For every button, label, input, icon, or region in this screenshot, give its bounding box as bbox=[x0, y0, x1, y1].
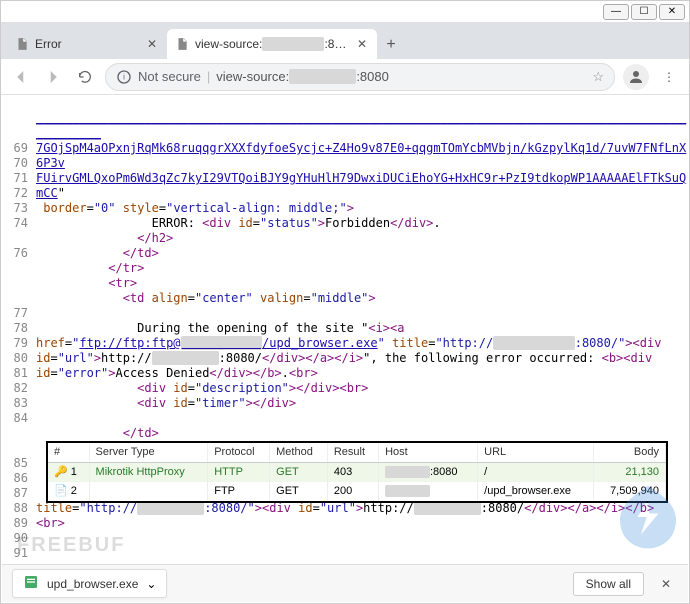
download-shelf: upd_browser.exe ⌄ Show all ✕ bbox=[2, 564, 688, 602]
network-table: #Server TypeProtocolMethodResultHostURLB… bbox=[46, 441, 668, 503]
line-gutter: 697071727374 76 7778798081828384 8586878889… bbox=[2, 96, 32, 563]
address-bar[interactable]: i Not secure | view-source:_________:808… bbox=[105, 63, 615, 91]
cell: 21,130 bbox=[594, 463, 666, 483]
line-number: 88 bbox=[2, 501, 28, 516]
new-tab-button[interactable]: + bbox=[377, 31, 405, 59]
line-number: 86 bbox=[2, 471, 28, 486]
download-filename: upd_browser.exe bbox=[47, 577, 138, 591]
bookmark-star-icon[interactable]: ☆ bbox=[592, 69, 604, 85]
line-number: 84 bbox=[2, 411, 28, 426]
line-number: 77 bbox=[2, 306, 28, 321]
line-number: 92 bbox=[2, 561, 28, 563]
cell: 403 bbox=[327, 463, 378, 483]
line-number: 74 bbox=[2, 216, 28, 231]
tab-title: view-source:_________:8080 bbox=[195, 37, 349, 51]
chevron-down-icon[interactable]: ⌄ bbox=[146, 577, 156, 591]
svg-text:i: i bbox=[123, 72, 125, 81]
cell: Mikrotik HttpProxy bbox=[89, 463, 208, 483]
data-uri-link[interactable]: 7GOjSpM4aOPxnjRqMk68ruqqgrXXXfdyfoeSycjc… bbox=[36, 141, 686, 170]
ftp-link[interactable]: ftp://ftp:ftp@___________/upd_browser.ex… bbox=[79, 336, 377, 350]
close-shelf-button[interactable]: ✕ bbox=[654, 572, 678, 596]
url-text: view-source:_________:8080 bbox=[216, 69, 586, 84]
column-header[interactable]: Server Type bbox=[89, 443, 208, 463]
download-item[interactable]: upd_browser.exe ⌄ bbox=[12, 569, 167, 598]
table-row[interactable]: 📄 2FTPGET200_______/upd_browser.exe7,509… bbox=[48, 482, 666, 501]
column-header[interactable]: Method bbox=[270, 443, 328, 463]
line-number: 79 bbox=[2, 336, 28, 351]
line-number bbox=[2, 126, 28, 141]
back-button[interactable] bbox=[9, 65, 33, 89]
cell: FTP bbox=[208, 482, 270, 501]
watermark-text: FREEBUF bbox=[17, 534, 125, 557]
line-number bbox=[2, 96, 28, 111]
column-header[interactable]: # bbox=[48, 443, 89, 463]
cell: 📄 2 bbox=[48, 482, 89, 501]
line-number: 71 bbox=[2, 171, 28, 186]
line-number: 72 bbox=[2, 186, 28, 201]
cell bbox=[89, 482, 208, 501]
cell: GET bbox=[270, 463, 328, 483]
cell: / bbox=[478, 463, 594, 483]
page-icon bbox=[15, 37, 29, 51]
line-number bbox=[2, 231, 28, 246]
close-icon[interactable]: ✕ bbox=[355, 37, 369, 51]
line-number: 78 bbox=[2, 321, 28, 336]
line-number: 87 bbox=[2, 486, 28, 501]
column-header[interactable]: Host bbox=[379, 443, 478, 463]
line-number bbox=[2, 276, 28, 291]
column-header[interactable]: Protocol bbox=[208, 443, 270, 463]
browser-toolbar: i Not secure | view-source:_________:808… bbox=[1, 59, 689, 95]
menu-button[interactable]: ⋮ bbox=[657, 65, 681, 89]
window-titlebar: — ☐ ✕ bbox=[1, 1, 689, 23]
reload-button[interactable] bbox=[73, 65, 97, 89]
line-number: 69 bbox=[2, 141, 28, 156]
window-maximize-button[interactable]: ☐ bbox=[631, 4, 657, 20]
source-viewport: 697071727374 76 7778798081828384 8586878889… bbox=[2, 96, 688, 563]
line-number bbox=[2, 261, 28, 276]
exe-icon bbox=[23, 574, 39, 593]
line-number: 85 bbox=[2, 456, 28, 471]
line-number: 80 bbox=[2, 351, 28, 366]
tab-view-source[interactable]: view-source:_________:8080 ✕ bbox=[167, 29, 377, 59]
cell: GET bbox=[270, 482, 328, 501]
line-number bbox=[2, 441, 28, 456]
close-icon[interactable]: ✕ bbox=[145, 37, 159, 51]
window-minimize-button[interactable]: — bbox=[603, 4, 629, 20]
tab-title: Error bbox=[35, 37, 139, 51]
line-number bbox=[2, 111, 28, 126]
window-close-button[interactable]: ✕ bbox=[659, 4, 685, 20]
table-row[interactable]: 🔑 1Mikrotik HttpProxyHTTPGET403_______:8… bbox=[48, 463, 666, 483]
cell: _______:8080 bbox=[379, 463, 478, 483]
profile-avatar[interactable] bbox=[623, 64, 649, 90]
line-number bbox=[2, 291, 28, 306]
cell: 200 bbox=[327, 482, 378, 501]
tab-error[interactable]: Error ✕ bbox=[7, 29, 167, 59]
cell: _______ bbox=[379, 482, 478, 501]
line-number bbox=[2, 426, 28, 441]
data-uri-link[interactable]: ________________________________________… bbox=[36, 111, 686, 140]
tab-strip: Error ✕ view-source:_________:8080 ✕ + bbox=[1, 23, 689, 59]
separator: | bbox=[207, 69, 210, 84]
line-number: 82 bbox=[2, 381, 28, 396]
show-all-button[interactable]: Show all bbox=[573, 572, 644, 596]
line-number: 89 bbox=[2, 516, 28, 531]
forward-button[interactable] bbox=[41, 65, 65, 89]
column-header[interactable]: URL bbox=[478, 443, 594, 463]
cell: HTTP bbox=[208, 463, 270, 483]
cell: /upd_browser.exe bbox=[478, 482, 594, 501]
line-number: 70 bbox=[2, 156, 28, 171]
data-uri-link[interactable]: FUirvGMLQxoPm6Wd3qZc7kyI29VTQoiBJY9gYHuH… bbox=[36, 171, 686, 200]
column-header[interactable]: Result bbox=[327, 443, 378, 463]
line-number: 76 bbox=[2, 246, 28, 261]
page-icon bbox=[175, 37, 189, 51]
column-header[interactable]: Body bbox=[594, 443, 666, 463]
line-number: 83 bbox=[2, 396, 28, 411]
security-label: Not secure bbox=[138, 69, 201, 84]
info-icon: i bbox=[116, 69, 132, 85]
line-number: 81 bbox=[2, 366, 28, 381]
cell: 🔑 1 bbox=[48, 463, 89, 483]
line-number: 73 bbox=[2, 201, 28, 216]
watermark-logo bbox=[613, 482, 683, 555]
